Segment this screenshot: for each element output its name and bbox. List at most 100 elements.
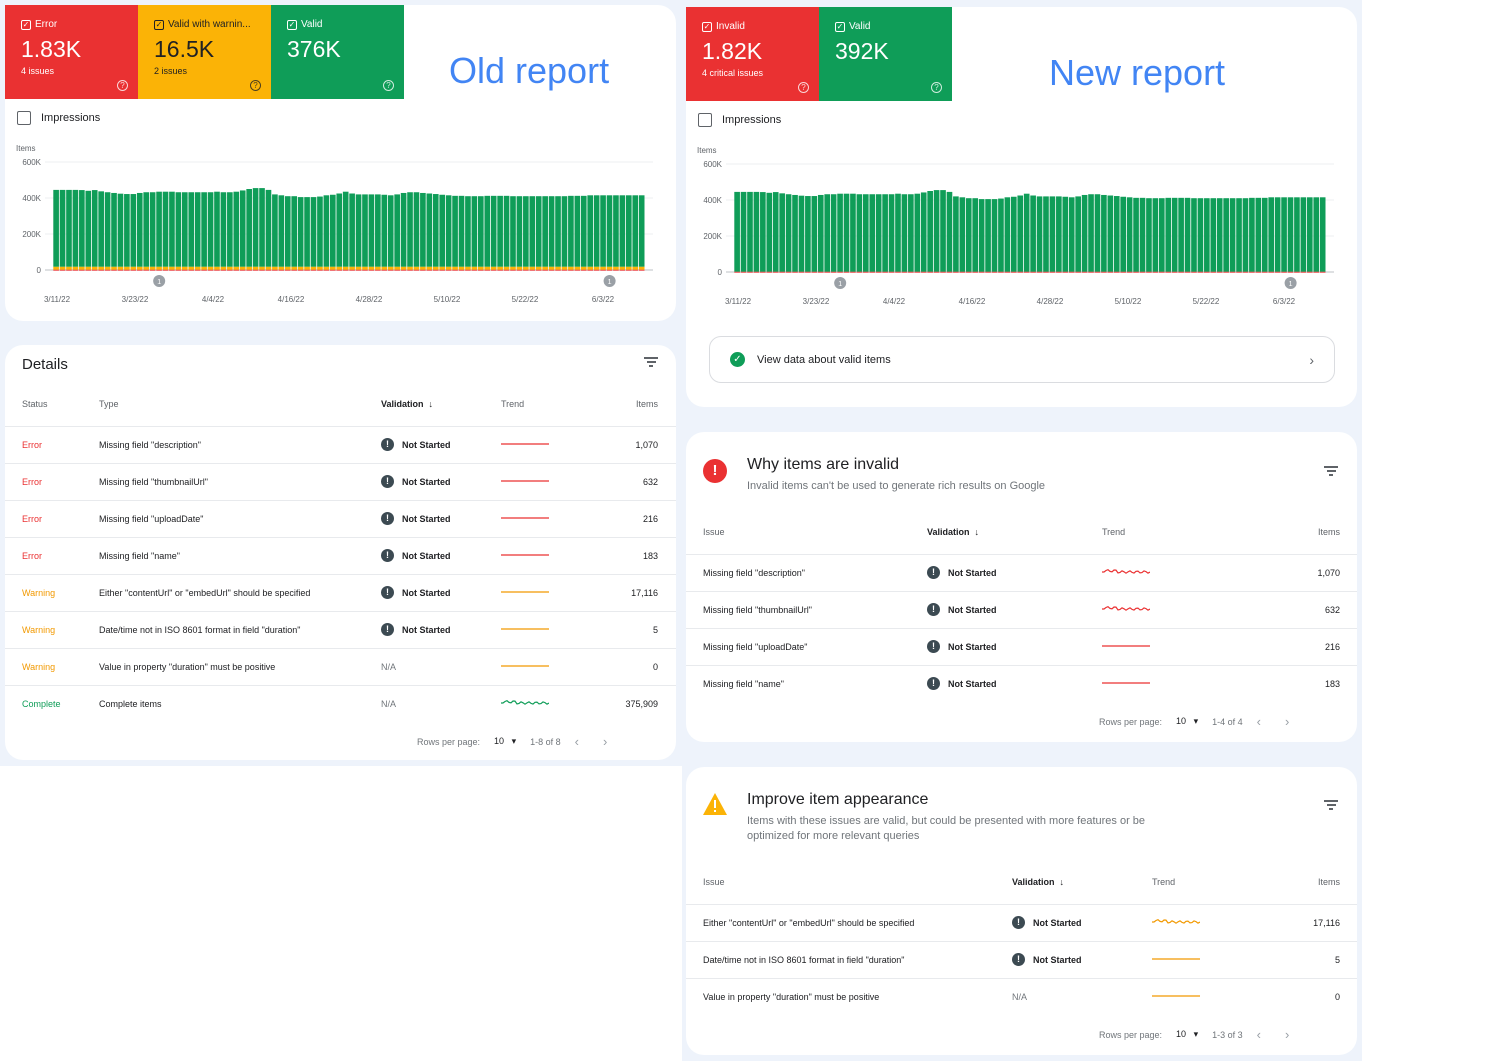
table-row[interactable]: Warning Value in property "duration" must…: [5, 647, 676, 685]
bar-invalid: [1075, 271, 1081, 273]
filter-icon[interactable]: [1324, 800, 1338, 812]
table-row[interactable]: Complete Complete items N/A 375,909: [5, 684, 676, 722]
bar-invalid: [991, 271, 998, 273]
status-tile-valid-with-warnin[interactable]: ✓ Valid with warnin... 16.5K 2 issues?: [138, 5, 271, 99]
y-tick-label: 600K: [22, 158, 41, 167]
bar-error: [278, 269, 285, 271]
bar-valid: [136, 192, 143, 267]
column-status[interactable]: Status: [5, 382, 98, 426]
table-row[interactable]: Warning Date/time not in ISO 8601 format …: [5, 610, 676, 648]
bar-valid-with-warnings: [284, 266, 291, 270]
bar-error: [310, 269, 317, 271]
bar-valid-with-warnings: [201, 266, 207, 270]
exclamation-icon: !: [381, 623, 394, 636]
checkbox-checked-icon[interactable]: ✓: [702, 21, 712, 32]
bar-valid: [1165, 197, 1172, 272]
exclamation-icon: !: [381, 586, 394, 599]
table-row[interactable]: Error Missing field "description"! Not Sta…: [5, 425, 676, 463]
bar-valid: [239, 190, 246, 267]
rows-per-page-select[interactable]: 10 ▾: [1176, 716, 1198, 727]
table-row[interactable]: Warning Either "contentUrl" or "embedUrl"…: [5, 573, 676, 611]
prev-page-button[interactable]: ‹: [575, 734, 579, 749]
table-row[interactable]: Error Missing field "thumbnailUrl"! Not St…: [5, 462, 676, 500]
checkbox-checked-icon[interactable]: ✓: [287, 19, 297, 30]
filter-icon[interactable]: [644, 357, 658, 369]
bar-valid: [362, 194, 368, 267]
bar-invalid: [1287, 271, 1294, 273]
table-row[interactable]: Missing field "description"! Not Started 1…: [686, 553, 1357, 591]
column-validation[interactable]: Validation ↓: [380, 382, 500, 426]
help-icon[interactable]: ?: [798, 82, 809, 93]
filter-icon[interactable]: [1324, 466, 1338, 478]
new-impressions-toggle[interactable]: Impressions: [698, 113, 781, 127]
table-row[interactable]: Value in property "duration" must be pos…: [686, 977, 1357, 1015]
annotation-label: 1: [1289, 281, 1293, 288]
status-tile-error[interactable]: ✓ Error 1.83K 4 issues?: [5, 5, 138, 99]
bar-valid: [856, 194, 863, 272]
issue-cell: Missing field "description": [686, 553, 926, 591]
exclamation-icon: !: [927, 640, 940, 653]
next-page-button[interactable]: ›: [1285, 1027, 1289, 1042]
rows-per-page-select[interactable]: 10 ▾: [494, 736, 516, 747]
checkbox-checked-icon[interactable]: ✓: [21, 19, 31, 30]
next-page-button[interactable]: ›: [603, 734, 607, 749]
bar-error: [156, 269, 162, 271]
checkbox-checked-icon[interactable]: ✓: [835, 21, 845, 32]
view-valid-items-link[interactable]: ✓ View data about valid items ›: [709, 336, 1335, 383]
column-validation[interactable]: Validation ↓: [1011, 860, 1151, 904]
bar-error: [381, 269, 388, 271]
table-row[interactable]: Missing field "name"! Not Started 183: [686, 664, 1357, 702]
column-issue[interactable]: Issue: [686, 510, 926, 554]
help-icon[interactable]: ?: [931, 82, 942, 93]
status-tile-valid[interactable]: ✓ Valid 392K?: [819, 7, 952, 101]
table-row[interactable]: Error Missing field "name"! Not Started 183: [5, 536, 676, 574]
bar-valid: [323, 195, 330, 267]
bar-valid: [516, 196, 523, 267]
column-items[interactable]: Items: [1241, 860, 1357, 904]
bar-invalid: [1191, 271, 1197, 273]
validation-status: ! Not Started: [381, 623, 499, 636]
table-row[interactable]: Either "contentUrl" or "embedUrl" should…: [686, 903, 1357, 941]
impressions-checkbox[interactable]: [17, 111, 31, 125]
column-validation[interactable]: Validation ↓: [926, 510, 1101, 554]
column-items[interactable]: Items: [580, 382, 676, 426]
bar-valid-with-warnings: [66, 266, 72, 270]
table-row[interactable]: Error Missing field "uploadDate"! Not Star…: [5, 499, 676, 537]
validation-status: ! Not Started: [927, 677, 1100, 691]
next-page-button[interactable]: ›: [1285, 714, 1289, 729]
help-icon[interactable]: ?: [117, 80, 128, 91]
bar-invalid: [1056, 271, 1062, 273]
tile-label: ✓ Valid with warnin...: [154, 19, 251, 30]
help-icon[interactable]: ?: [383, 80, 394, 91]
bar-invalid: [920, 271, 927, 273]
table-row[interactable]: Date/time not in ISO 8601 format in fiel…: [686, 940, 1357, 978]
column-issue[interactable]: Issue: [686, 860, 1011, 904]
column-type[interactable]: Type: [98, 382, 380, 426]
bar-invalid: [772, 271, 779, 273]
prev-page-button[interactable]: ‹: [1257, 714, 1261, 729]
status-cell: Warning: [5, 647, 98, 685]
table-row[interactable]: Missing field "thumbnailUrl"! Not Started…: [686, 590, 1357, 628]
rows-per-page-select[interactable]: 10 ▾: [1176, 1029, 1198, 1040]
status-tile-invalid[interactable]: ✓ Invalid 1.82K 4 critical issues?: [686, 7, 819, 101]
bar-valid: [1004, 197, 1011, 272]
bar-invalid: [1133, 271, 1139, 273]
issue-cell: Either "contentUrl" or "embedUrl" should…: [686, 903, 1011, 941]
bar-invalid: [1120, 271, 1127, 273]
status-tile-valid[interactable]: ✓ Valid 376K?: [271, 5, 404, 99]
bar-valid: [523, 196, 529, 267]
bar-valid-with-warnings: [130, 266, 137, 270]
column-items[interactable]: Items: [1191, 510, 1357, 554]
bar-valid: [233, 191, 240, 267]
help-icon[interactable]: ?: [250, 80, 261, 91]
bar-valid: [555, 196, 561, 267]
table-row[interactable]: Missing field "uploadDate"! Not Started 21…: [686, 627, 1357, 665]
prev-page-button[interactable]: ‹: [1257, 1027, 1261, 1042]
bar-valid-with-warnings: [619, 266, 626, 270]
bar-valid: [79, 190, 85, 267]
old-impressions-toggle[interactable]: Impressions: [17, 111, 100, 125]
impressions-checkbox[interactable]: [698, 113, 712, 127]
bar-error: [445, 269, 452, 271]
old-status-tiles: ✓ Error 1.83K 4 issues? ✓ Valid with warnin..…: [5, 5, 404, 99]
checkbox-checked-icon[interactable]: ✓: [154, 19, 164, 30]
